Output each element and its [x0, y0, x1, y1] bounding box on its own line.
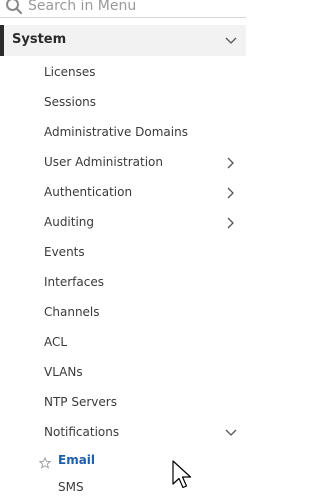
menu-item-administrative-domains[interactable]: Administrative Domains — [0, 119, 246, 147]
section-active-bar — [0, 25, 4, 56]
menu-item-notifications[interactable]: Notifications — [0, 419, 246, 447]
search-icon — [5, 0, 23, 15]
menu-search — [0, 0, 246, 18]
menu-item-ntp-servers[interactable]: NTP Servers — [0, 389, 246, 417]
menu-item-label: Interfaces — [44, 275, 104, 289]
menu-item-sessions[interactable]: Sessions — [0, 89, 246, 117]
section-system[interactable]: System — [0, 25, 246, 56]
menu-item-label: Authentication — [44, 185, 133, 199]
menu-item-channels[interactable]: Channels — [0, 299, 246, 327]
menu-item-auditing[interactable]: Auditing — [0, 209, 246, 237]
section-label: System — [12, 32, 67, 47]
submenu-item-sms[interactable]: SMS — [0, 476, 246, 500]
menu-item-label: Channels — [44, 305, 100, 319]
chevron-right-icon[interactable] — [224, 156, 238, 170]
chevron-down-icon[interactable] — [224, 426, 238, 440]
menu-item-label: VLANs — [44, 365, 83, 379]
chevron-right-icon[interactable] — [224, 186, 238, 200]
menu-item-label: Sessions — [44, 95, 97, 109]
menu-item-events[interactable]: Events — [0, 239, 246, 267]
chevron-right-icon[interactable] — [224, 216, 238, 230]
menu-item-acl[interactable]: ACL — [0, 329, 246, 357]
menu-item-label: NTP Servers — [44, 395, 117, 409]
star-icon[interactable] — [38, 454, 52, 469]
search-input[interactable] — [28, 0, 238, 16]
menu-item-label: ACL — [44, 335, 68, 349]
menu-item-label: User Administration — [44, 155, 163, 169]
menu-item-authentication[interactable]: Authentication — [0, 179, 246, 207]
submenu-item-email[interactable]: Email — [0, 449, 246, 473]
menu-item-label: Administrative Domains — [44, 125, 188, 139]
menu-item-licenses[interactable]: Licenses — [0, 59, 246, 87]
chevron-down-icon[interactable] — [224, 34, 238, 48]
menu-item-interfaces[interactable]: Interfaces — [0, 269, 246, 297]
menu-item-label: Notifications — [44, 425, 120, 439]
menu-item-vlans[interactable]: VLANs — [0, 359, 246, 387]
submenu-item-label: Email — [58, 453, 96, 467]
menu-item-user-administration[interactable]: User Administration — [0, 149, 246, 177]
mouse-cursor-icon — [172, 460, 194, 490]
submenu-item-label: SMS — [58, 480, 84, 494]
menu-item-label: Licenses — [44, 65, 96, 79]
menu-item-label: Events — [44, 245, 85, 259]
menu-item-label: Auditing — [44, 215, 95, 229]
